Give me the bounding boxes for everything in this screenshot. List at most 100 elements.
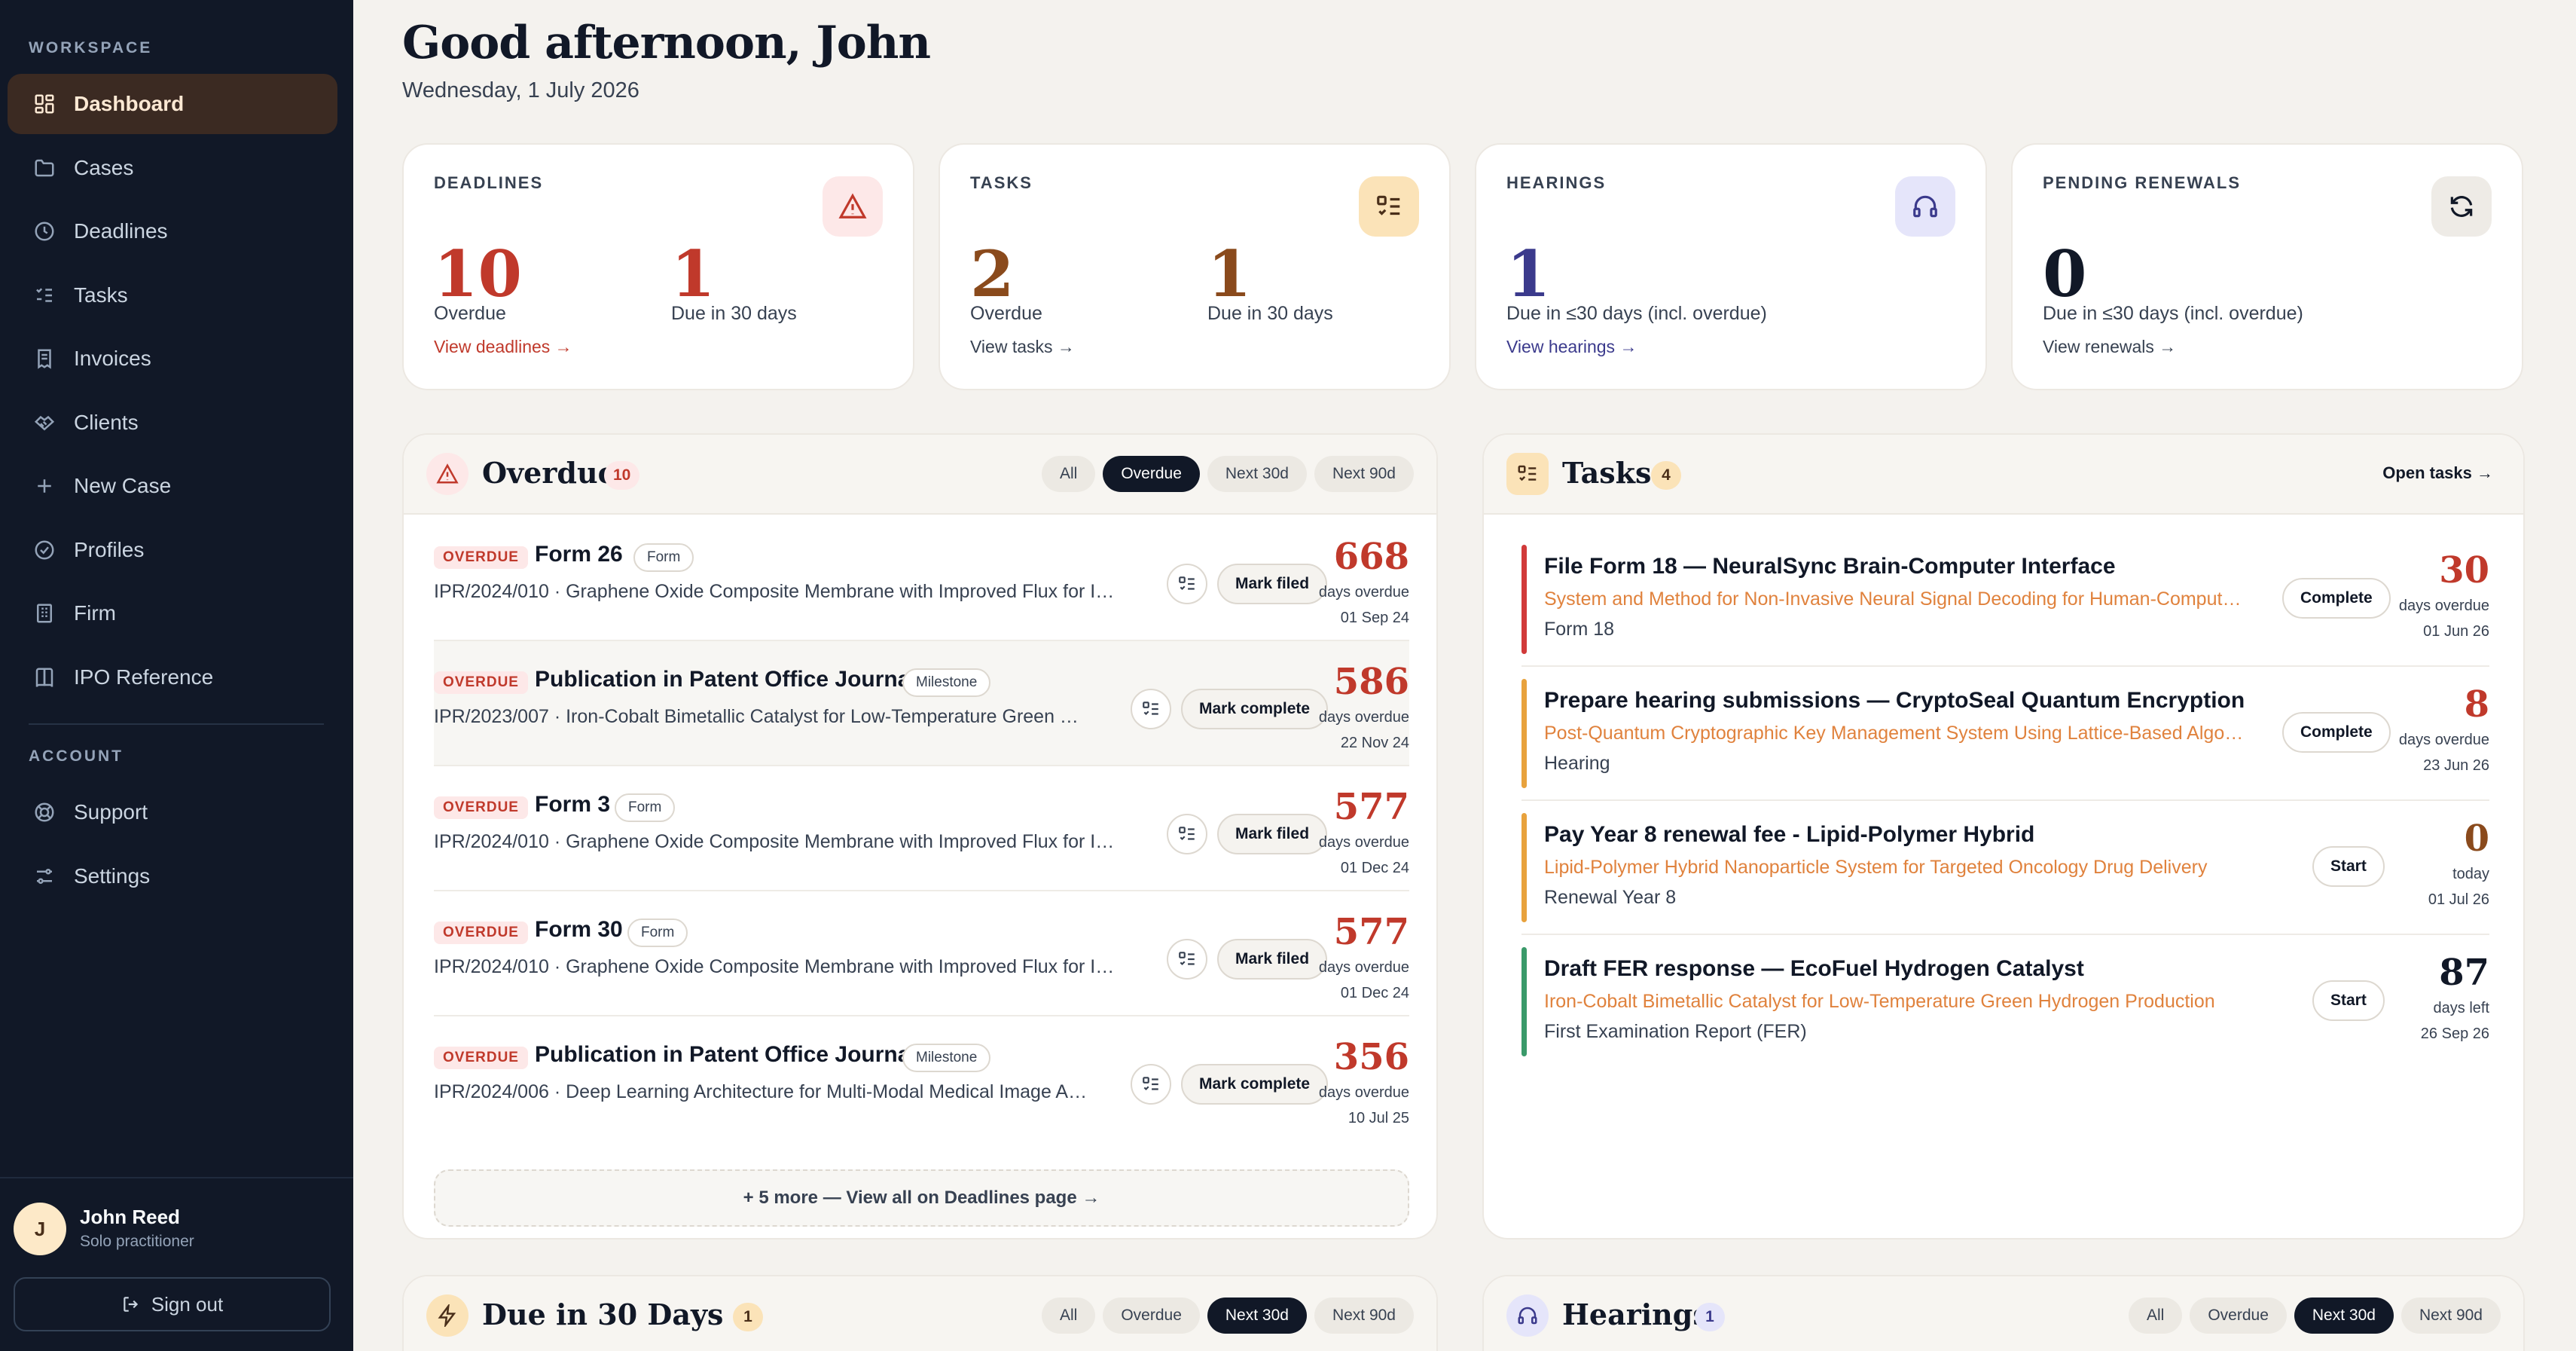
sidebar-item-support[interactable]: Support [8, 782, 337, 842]
days-count: 577 [1333, 786, 1409, 828]
row-title: Publication in Patent Office Journal [535, 1042, 917, 1067]
headphones-icon [1506, 1294, 1549, 1337]
filter-overdue[interactable]: Overdue [1103, 1298, 1200, 1334]
due-30-panel-title: Due in 30 Days [482, 1298, 724, 1331]
sidebar-item-label: Dashboard [74, 92, 185, 115]
days-count: 668 [1333, 536, 1409, 578]
mark-complete-button[interactable]: Mark complete [1181, 689, 1329, 729]
days-label: days left [2433, 1000, 2489, 1016]
start-button[interactable]: Start [2312, 846, 2385, 887]
due-date: 23 Jun 26 [2423, 757, 2489, 774]
start-button[interactable]: Start [2312, 980, 2385, 1021]
overdue-row[interactable]: OVERDUE Form 30 Form IPR/2024/010 · Grap… [434, 891, 1409, 1016]
filter-all[interactable]: All [1041, 1298, 1096, 1334]
row-subtitle: IPR/2024/010 · Graphene Oxide Composite … [434, 581, 1123, 602]
deadlines-overdue-caption: Overdue [434, 303, 506, 324]
overdue-tag: OVERDUE [434, 922, 528, 944]
due-date: 01 Dec 24 [1340, 985, 1409, 1001]
task-title: Prepare hearing submissions — CryptoSeal… [1544, 688, 2245, 713]
sidebar-divider [29, 723, 324, 725]
view-more-deadlines-button[interactable]: + 5 more — View all on Deadlines page → [434, 1169, 1409, 1227]
lightning-icon [426, 1294, 469, 1337]
sidebar-item-profiles[interactable]: Profiles [8, 520, 337, 580]
account-section-label: ACCOUNT [29, 747, 124, 765]
task-title: Draft FER response — EcoFuel Hydrogen Ca… [1544, 956, 2084, 981]
checklist-icon[interactable] [1131, 689, 1171, 729]
hearings-card: HEARINGS 1 Due in ≤30 days (incl. overdu… [1475, 143, 1987, 390]
task-item[interactable]: Prepare hearing submissions — CryptoSeal… [1521, 667, 2489, 801]
tasks-due-caption: Due in 30 days [1207, 303, 1333, 324]
sidebar-item-tasks[interactable]: Tasks [8, 265, 337, 326]
filter-next-30d[interactable]: Next 30d [1207, 1298, 1307, 1334]
row-subtitle: IPR/2024/010 · Graphene Oxide Composite … [434, 956, 1123, 977]
sidebar-item-firm[interactable]: Firm [8, 583, 337, 643]
row-title: Form 30 [535, 917, 623, 942]
days-count: 0 [2464, 818, 2489, 860]
filter-overdue[interactable]: Overdue [2190, 1298, 2287, 1334]
overdue-row[interactable]: OVERDUE Publication in Patent Office Jou… [434, 641, 1409, 766]
avatar[interactable]: J [14, 1203, 66, 1255]
task-item[interactable]: Pay Year 8 renewal fee - Lipid-Polymer H… [1521, 801, 2489, 935]
view-deadlines-link[interactable]: View deadlines → [434, 337, 572, 357]
overdue-row[interactable]: OVERDUE Form 3 Form IPR/2024/010 · Graph… [434, 766, 1409, 891]
filter-overdue[interactable]: Overdue [1103, 456, 1200, 492]
task-item[interactable]: Draft FER response — EcoFuel Hydrogen Ca… [1521, 935, 2489, 1069]
sidebar-item-deadlines[interactable]: Deadlines [8, 201, 337, 261]
overdue-tag: OVERDUE [434, 796, 528, 819]
hearings-panel-title: Hearings [1562, 1298, 1709, 1331]
deadlines-due-caption: Due in 30 days [671, 303, 797, 324]
checklist-icon[interactable] [1167, 939, 1207, 980]
filter-next-30d[interactable]: Next 30d [1207, 456, 1307, 492]
days-count: 87 [2439, 952, 2489, 994]
handshake-icon [33, 411, 56, 434]
overdue-count-badge: 10 [604, 461, 640, 490]
sidebar-item-dashboard[interactable]: Dashboard [8, 74, 337, 134]
sidebar-item-ipo-reference[interactable]: IPO Reference [8, 647, 337, 708]
hearings-caption: Due in ≤30 days (incl. overdue) [1506, 303, 1767, 324]
mark-filed-button[interactable]: Mark filed [1217, 814, 1328, 854]
clock-icon [33, 220, 56, 243]
sign-out-button[interactable]: Sign out [14, 1277, 331, 1331]
mark-complete-button[interactable]: Mark complete [1181, 1064, 1329, 1105]
complete-button[interactable]: Complete [2282, 712, 2391, 753]
tasks-count-badge: 4 [1651, 461, 1681, 490]
filter-next-90d[interactable]: Next 90d [1314, 456, 1414, 492]
plus-icon [33, 475, 56, 497]
sidebar-item-clients[interactable]: Clients [8, 393, 337, 453]
type-chip: Milestone [902, 668, 991, 697]
sidebar-item-cases[interactable]: Cases [8, 138, 337, 198]
priority-bar [1521, 947, 1527, 1056]
sidebar-item-new-case[interactable]: New Case [8, 456, 337, 516]
grid-icon [33, 93, 56, 115]
due-date: 01 Sep 24 [1340, 610, 1409, 626]
checklist-icon[interactable] [1167, 564, 1207, 604]
complete-button[interactable]: Complete [2282, 578, 2391, 619]
view-renewals-link[interactable]: View renewals → [2043, 337, 2176, 357]
days-count: 586 [1333, 661, 1409, 703]
task-type: Form 18 [1544, 619, 1615, 640]
tasks-panel-header: Tasks 4 Open tasks → [1484, 435, 2523, 515]
open-tasks-link[interactable]: Open tasks → [2382, 463, 2493, 483]
type-chip: Form [615, 793, 676, 822]
sidebar-item-label: Deadlines [74, 219, 168, 243]
mark-filed-button[interactable]: Mark filed [1217, 939, 1328, 980]
filter-next-30d[interactable]: Next 30d [2294, 1298, 2394, 1334]
filter-next-90d[interactable]: Next 90d [1314, 1298, 1414, 1334]
hearings-count: 1 [1506, 237, 1551, 311]
checklist-icon[interactable] [1131, 1064, 1171, 1105]
overdue-row[interactable]: OVERDUE Form 26 Form IPR/2024/010 · Grap… [434, 516, 1409, 641]
renewals-label: PENDING RENEWALS [2043, 173, 2242, 192]
filter-next-90d[interactable]: Next 90d [2401, 1298, 2501, 1334]
checklist-icon[interactable] [1167, 814, 1207, 854]
mark-filed-button[interactable]: Mark filed [1217, 564, 1328, 604]
filter-all[interactable]: All [1041, 456, 1096, 492]
filter-all[interactable]: All [2128, 1298, 2183, 1334]
view-tasks-link[interactable]: View tasks → [970, 337, 1075, 357]
task-item[interactable]: File Form 18 — NeuralSync Brain-Computer… [1521, 533, 2489, 667]
overdue-row[interactable]: OVERDUE Publication in Patent Office Jou… [434, 1016, 1409, 1142]
task-subtitle: Post-Quantum Cryptographic Key Managemen… [1544, 723, 2245, 744]
sidebar-item-invoices[interactable]: Invoices [8, 329, 337, 389]
sidebar-item-settings[interactable]: Settings [8, 846, 337, 906]
view-hearings-link[interactable]: View hearings → [1506, 337, 1637, 357]
task-subtitle: System and Method for Non-Invasive Neura… [1544, 588, 2245, 610]
